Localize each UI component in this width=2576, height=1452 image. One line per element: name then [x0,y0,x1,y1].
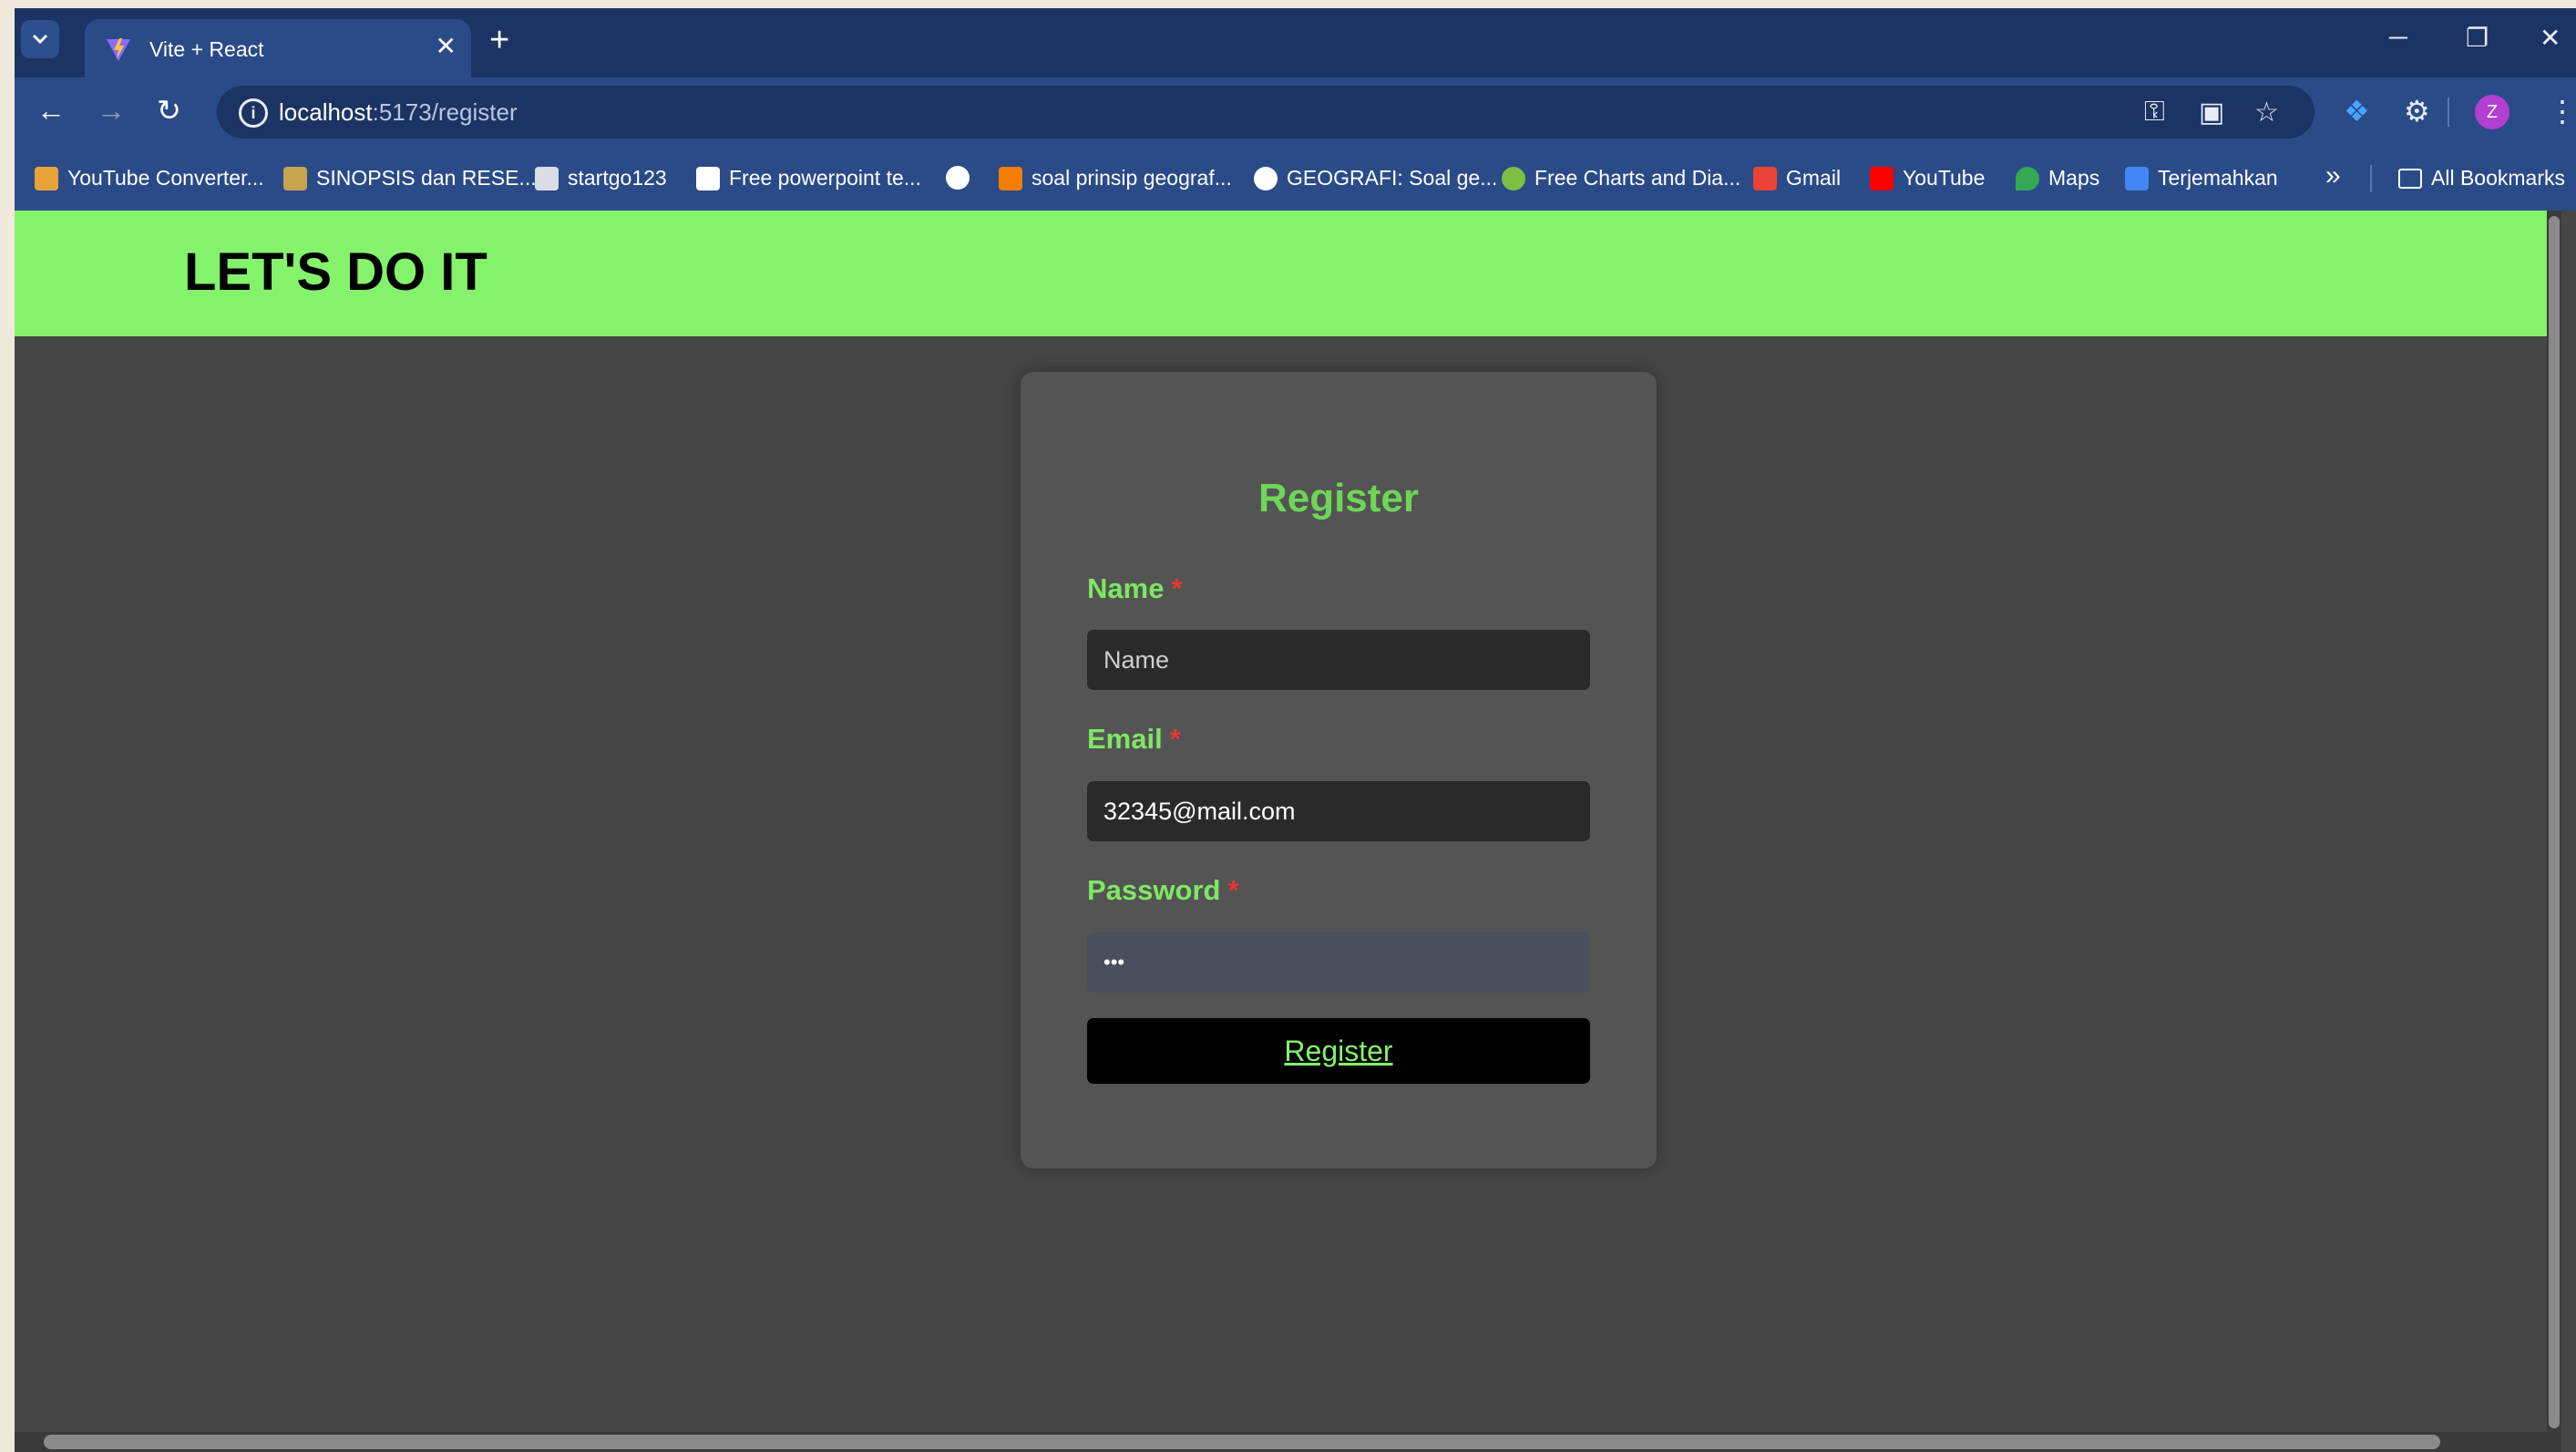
bookmark-label: SINOPSIS dan RESE... [316,166,537,190]
profile-avatar[interactable]: Z [2475,95,2509,129]
tab-strip: Vite + React ✕ + ─ ❐ ✕ [15,8,2576,77]
horizontal-scrollbar[interactable] [15,1432,2561,1452]
form-title: Register [1257,476,1420,520]
bookmark-label: soal prinsip geograf... [1031,166,1232,190]
all-bookmarks-label: All Bookmarks [2431,166,2565,190]
email-label-text: Email [1087,723,1163,755]
register-card: Register Name * Name Email * 32345@mail.co… [1021,372,1657,1169]
bookmark-star-icon[interactable]: ☆ [2254,97,2279,129]
bookmark-item[interactable]: soal prinsip geograf... [999,166,1232,191]
url-path: :5173/register [372,98,518,126]
url-text[interactable]: localhost:5173/register [279,98,518,127]
name-input[interactable]: Name [1087,630,1590,690]
required-mark: * [1171,572,1183,604]
youtube-icon [1870,166,1894,191]
bookmarks-overflow-button[interactable]: » [2325,160,2341,191]
page-viewport: LET'S DO IT Register Name * Name Email * 3… [15,211,2561,1452]
gmail-icon [1753,166,1777,191]
email-input[interactable]: 32345@mail.com [1087,781,1590,841]
name-label-text: Name [1087,572,1165,604]
bookmarks-divider [2370,165,2372,192]
maps-icon [2016,166,2039,191]
globe-icon [946,166,970,190]
globe-icon [1254,166,1278,191]
required-mark: * [1169,723,1181,755]
tab-title: Vite + React [149,37,264,61]
bookmark-label: startgo123 [568,166,667,190]
password-label-text: Password [1087,874,1221,906]
bookmark-item[interactable]: Gmail [1753,166,1841,191]
bookmark-label: YouTube Converter... [67,166,264,190]
extensions-icon[interactable]: ⚙ [2404,94,2430,129]
vertical-scrollbar[interactable] [2547,211,2561,1452]
bookmark-item[interactable] [946,166,979,190]
tab-close-icon[interactable]: ✕ [436,33,457,60]
bookmark-label: GEOGRAFI: Soal ge... [1287,166,1498,190]
password-key-icon[interactable]: ⚿ [2144,97,2165,128]
app-logo[interactable]: LET'S DO IT [184,242,487,303]
powerpoint-icon [696,166,720,191]
folder-icon [2398,168,2422,189]
bookmark-label: Free Charts and Dia... [1534,166,1741,190]
address-bar[interactable]: i localhost:5173/register ⚿ ▣ ☆ [217,86,2314,139]
reload-icon[interactable]: ↻ [157,96,181,125]
site-info-icon[interactable]: i [239,98,268,128]
vertical-scroll-thumb[interactable] [2549,216,2560,1428]
app-header: LET'S DO IT [15,211,2561,336]
url-host: localhost [279,98,373,126]
bookmark-item[interactable]: SINOPSIS dan RESE... [283,166,537,191]
bookmark-item[interactable]: YouTube Converter... [35,166,264,191]
bookmark-label: Maps [2048,166,2100,190]
name-label: Name * [1087,572,1183,605]
edge-copilot-icon[interactable]: ❖ [2344,94,2370,129]
forward-icon[interactable]: → [97,96,126,125]
film-icon [283,166,307,191]
translate-icon[interactable]: ▣ [2199,97,2224,129]
password-input[interactable]: ••• [1087,932,1590,993]
charts-icon [1502,166,1525,191]
tab-search-button[interactable] [21,20,59,58]
bookmarks-bar: YouTube Converter... SINOPSIS dan RESE..… [15,147,2576,211]
back-icon[interactable]: ← [36,96,66,125]
toolbar-divider [2448,98,2449,127]
bookmark-label: YouTube [1903,166,1986,190]
startgo-icon [535,166,559,191]
browser-toolbar: ← → ↻ i localhost:5173/register ⚿ ▣ ☆ ❖ … [15,77,2576,147]
bookmark-item[interactable]: GEOGRAFI: Soal ge... [1254,166,1497,191]
vite-icon [107,38,130,61]
bookmark-item[interactable]: Free powerpoint te... [696,166,921,191]
email-label: Email * [1087,723,1181,756]
password-label: Password * [1087,874,1239,907]
bookmark-item[interactable]: Maps [2016,166,2099,191]
register-button[interactable]: Register [1087,1018,1590,1084]
chevron-down-icon [32,34,48,45]
close-window-button[interactable]: ✕ [2540,23,2561,53]
converter-icon [35,166,58,191]
bookmark-label: Free powerpoint te... [729,166,921,190]
bookmark-item[interactable]: YouTube [1870,166,1985,191]
blogger-icon [999,166,1022,191]
bookmark-label: Terjemahkan [2158,166,2278,190]
browser-window: Vite + React ✕ + ─ ❐ ✕ ← → ↻ i localhost… [15,8,2576,1452]
horizontal-scroll-thumb[interactable] [44,1435,2440,1449]
bookmark-item[interactable]: startgo123 [535,166,667,191]
all-bookmarks-button[interactable]: All Bookmarks [2398,166,2565,191]
minimize-button[interactable]: ─ [2389,23,2407,52]
menu-kebab-icon[interactable]: ⋮ [2548,94,2576,129]
required-mark: * [1227,874,1239,906]
new-tab-button[interactable]: + [489,23,509,57]
bookmark-label: Gmail [1786,166,1842,190]
translate-icon [2125,166,2149,191]
bookmark-item[interactable]: Terjemahkan [2125,166,2278,191]
restore-button[interactable]: ❐ [2466,23,2489,53]
tab-active[interactable]: Vite + React ✕ [85,19,471,77]
bookmark-item[interactable]: Free Charts and Dia... [1502,166,1740,191]
